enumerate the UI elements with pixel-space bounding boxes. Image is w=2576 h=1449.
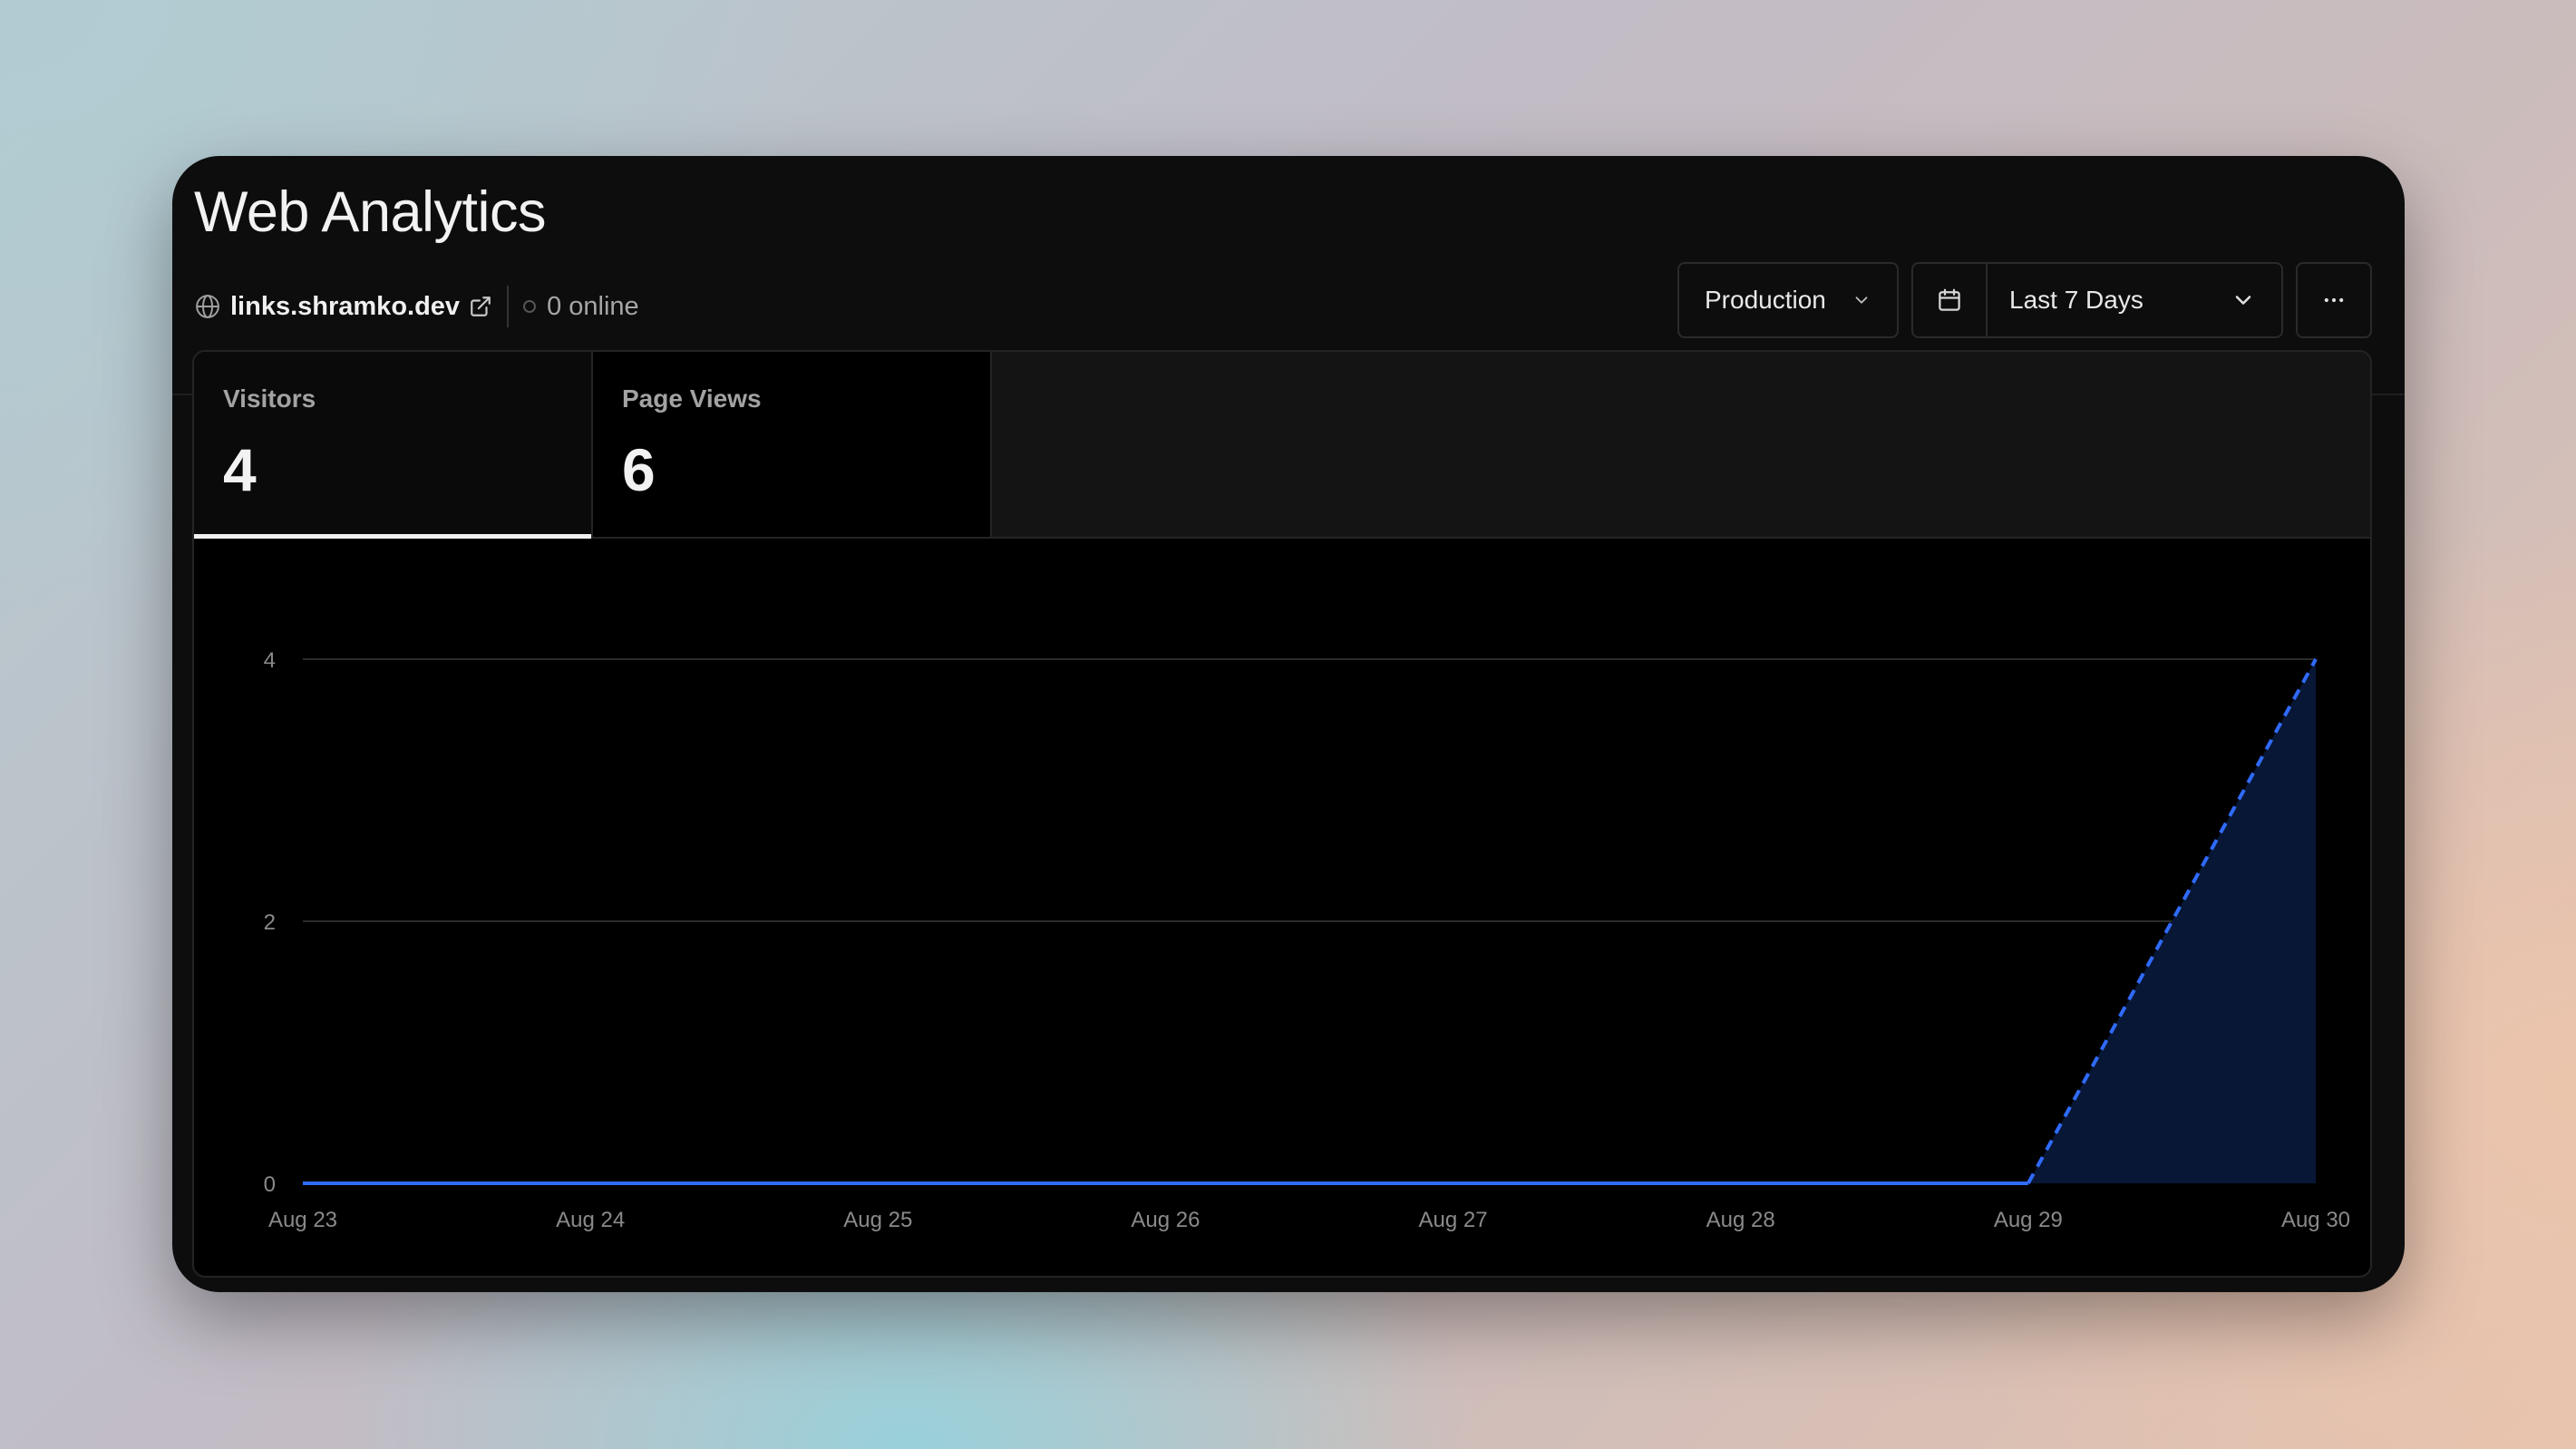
tab-label: Page Views [622,384,762,413]
site-link[interactable]: links.shramko.dev [230,292,460,322]
x-tick-label: Aug 28 [1706,1208,1775,1232]
chevron-down-icon [2231,287,2256,313]
x-tick-label: Aug 26 [1131,1208,1200,1232]
tab-visitors[interactable]: Visitors 4 [194,352,593,539]
divider [507,286,510,327]
more-horizontal-icon [2321,287,2347,313]
x-tick-label: Aug 23 [268,1208,337,1232]
analytics-panel: Visitors 4 Page Views 6 0 2 4 Aug 23 Aug 24 A… [192,350,2372,1278]
tab-value: 4 [223,436,257,503]
calendar-button[interactable] [1913,264,1988,336]
tab-page-views[interactable]: Page Views 6 [593,352,992,537]
date-range-select[interactable]: Last 7 Days [1911,262,2283,338]
x-tick-label: Aug 25 [843,1208,912,1232]
tabs-empty-area [992,352,2370,537]
globe-icon [194,293,221,320]
environment-select[interactable]: Production [1677,262,1899,338]
online-status-dot [523,300,537,313]
x-tick-label: Aug 24 [556,1208,625,1232]
date-range-dropdown[interactable]: Last 7 Days [1988,286,2281,315]
analytics-window: Web Analytics links.shramko.dev 0 online… [172,156,2405,1292]
chevron-down-icon [1852,290,1871,310]
tab-value: 6 [622,436,656,503]
tab-label: Visitors [223,384,316,413]
x-tick-label: Aug 29 [1994,1208,2063,1232]
date-range-label: Last 7 Days [2009,286,2143,314]
site-info-row: links.shramko.dev 0 online [194,281,639,332]
y-tick-label: 0 [264,1172,276,1197]
metric-tabs: Visitors 4 Page Views 6 [194,352,2370,539]
x-tick-label: Aug 27 [1419,1208,1488,1232]
x-tick-label: Aug 30 [2281,1208,2350,1232]
more-options-button[interactable] [2296,262,2372,338]
calendar-icon [1936,287,1963,314]
external-link-icon[interactable] [469,295,492,318]
online-count: 0 online [547,291,639,321]
y-tick-label: 4 [264,648,276,673]
environment-label: Production [1705,286,1826,314]
page-title: Web Analytics [194,180,547,244]
y-tick-label: 2 [264,910,276,935]
visitors-chart: 0 2 4 Aug 23 Aug 24 Aug 25 Aug 26 Aug 27 Aug 28 A… [264,648,2350,1232]
